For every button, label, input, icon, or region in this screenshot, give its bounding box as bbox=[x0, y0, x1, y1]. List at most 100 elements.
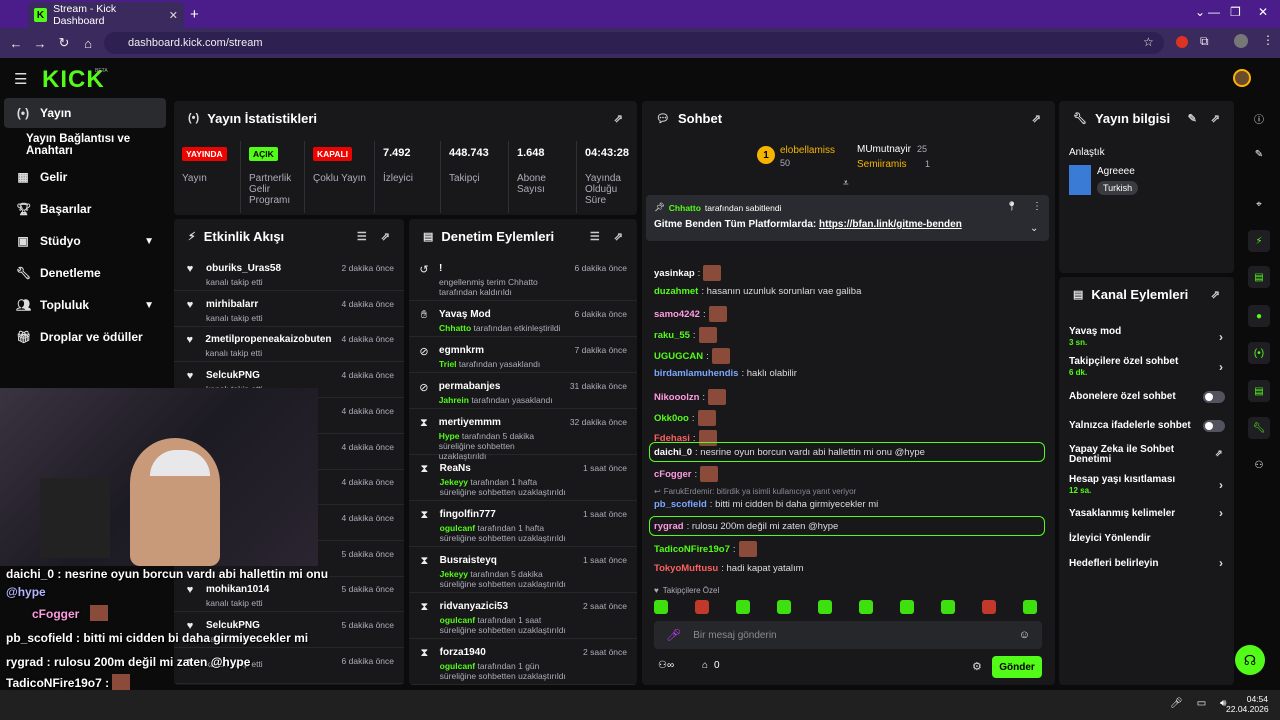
network-icon[interactable]: ▭ bbox=[1197, 698, 1206, 709]
pinned-link[interactable]: https://bfan.link/gitme-benden bbox=[819, 219, 962, 230]
popout-icon[interactable]: ⇗ bbox=[1211, 288, 1220, 301]
slow-mode-item[interactable]: Yavaş mod 3 sn. › bbox=[1069, 326, 1229, 347]
wrench-icon[interactable]: 🔧︎ bbox=[1248, 417, 1270, 439]
browser-menu-icon[interactable]: ⋮ bbox=[1262, 33, 1274, 47]
popout-icon[interactable]: ⇗ bbox=[1211, 112, 1220, 125]
sidebar-item-stream-key[interactable]: Yayın Bağlantısı ve Anahtarı bbox=[4, 130, 176, 160]
emote-chat-toggle[interactable] bbox=[1203, 420, 1225, 432]
followers-chat-item[interactable]: Takipçilere özel sohbet 6 dk. › bbox=[1069, 356, 1229, 377]
focus-icon[interactable]: ⌖ bbox=[1248, 193, 1270, 215]
sidebar-item-studyo[interactable]: ▣ Stüdyo ▼ bbox=[4, 226, 166, 256]
popout-icon[interactable]: ⇗ bbox=[614, 112, 623, 125]
emote-button[interactable] bbox=[859, 600, 873, 614]
expand-leaderboard-icon[interactable]: ⩡ bbox=[843, 178, 849, 189]
sidebar-item-droplar[interactable]: 🎁︎ Droplar ve ödüller bbox=[4, 322, 166, 352]
moderation-target[interactable]: mertiyemmm bbox=[439, 417, 560, 428]
chat-username[interactable]: daichi_0 bbox=[654, 447, 692, 458]
edit-icon[interactable]: ✎ bbox=[1188, 112, 1197, 125]
subs-chat-toggle[interactable] bbox=[1203, 391, 1225, 403]
user-avatar[interactable] bbox=[1233, 69, 1251, 87]
chat-username[interactable]: cFogger bbox=[654, 469, 691, 480]
moderation-target[interactable]: forza1940 bbox=[440, 647, 573, 658]
forward-icon[interactable]: → bbox=[28, 36, 52, 51]
community-icon[interactable]: ⚇ bbox=[1248, 454, 1270, 476]
chat-username[interactable]: TokyoMuftusu bbox=[654, 563, 718, 574]
chat-username[interactable]: Okk0oo bbox=[654, 413, 689, 424]
chat-username[interactable]: samo4242 bbox=[654, 309, 700, 320]
emote-button[interactable] bbox=[777, 600, 791, 614]
moderation-actor[interactable]: Hype bbox=[439, 431, 460, 441]
chat-username[interactable]: birdamlamuhendis bbox=[654, 368, 738, 379]
leader-3-name[interactable]: Semiiramis bbox=[857, 159, 906, 170]
sidebar-item-gelir[interactable]: ▦ Gelir bbox=[4, 162, 166, 192]
chat-username[interactable]: pb_scofield bbox=[654, 499, 707, 510]
maximize-icon[interactable]: ❐ bbox=[1230, 5, 1241, 19]
moderation-target[interactable]: permabanjes bbox=[439, 381, 560, 392]
minimize-icon[interactable]: — bbox=[1208, 5, 1220, 19]
redirect-viewers-item[interactable]: İzleyici Yönlendir bbox=[1069, 533, 1229, 544]
emote-button[interactable] bbox=[982, 600, 996, 614]
moderation-actor[interactable]: ogulcanf bbox=[440, 523, 475, 533]
chat-username[interactable]: duzahmet bbox=[654, 286, 698, 297]
new-tab-icon[interactable]: + bbox=[190, 6, 199, 23]
activity-user[interactable]: oburiks_Uras58 bbox=[206, 263, 281, 274]
leader-2-name[interactable]: MUmutnayir bbox=[857, 144, 911, 155]
moderation-target[interactable]: ridvanyazici53 bbox=[440, 601, 573, 612]
moderation-actor[interactable]: Triel bbox=[439, 359, 456, 369]
url-field[interactable]: dashboard.kick.com/stream bbox=[104, 32, 1164, 54]
sidebar-item-topluluk[interactable]: 👥︎ Topluluk ▼ bbox=[4, 290, 166, 320]
chat-username[interactable]: raku_55 bbox=[654, 330, 690, 341]
points-indicator[interactable]: ⌂ 0 bbox=[702, 660, 720, 671]
chat-input[interactable]: 🎤︎ Bir mesaj gönderin ☺ bbox=[654, 621, 1042, 649]
moderation-target[interactable]: fingolfin777 bbox=[440, 509, 573, 520]
moderation-target[interactable]: egmnkrm bbox=[439, 345, 565, 356]
send-button[interactable]: Gönder bbox=[992, 656, 1042, 678]
more-icon[interactable]: ⋮ bbox=[1032, 201, 1042, 212]
activity-user[interactable]: mirhibalarr bbox=[206, 299, 263, 310]
ai-moderation-item[interactable]: Yapay Zeka ile Sohbet Denetimi ⇗ bbox=[1069, 445, 1223, 465]
chat-icon[interactable]: ● bbox=[1248, 305, 1270, 327]
moderation-actor[interactable]: Chhatto bbox=[439, 323, 471, 333]
popout-icon[interactable]: ⇗ bbox=[1032, 112, 1041, 125]
chat-username[interactable]: rygrad bbox=[654, 521, 684, 532]
moderation-target[interactable]: Busraisteyq bbox=[440, 555, 573, 566]
filter-icon[interactable]: ☰ bbox=[590, 230, 600, 243]
hamburger-menu-icon[interactable]: ☰ bbox=[14, 70, 27, 88]
emote-button[interactable] bbox=[736, 600, 750, 614]
back-icon[interactable]: ← bbox=[4, 36, 28, 51]
chat-username[interactable]: Nikooolzn bbox=[654, 392, 699, 403]
chevron-down-icon[interactable]: ⌄ bbox=[1195, 5, 1205, 19]
moderation-actor[interactable]: ogulcanf bbox=[440, 661, 475, 671]
chat-username[interactable]: TadicoNFire19o7 bbox=[654, 544, 730, 555]
moderation-actor[interactable]: Jekeyy bbox=[440, 569, 468, 579]
document-icon[interactable]: ▤ bbox=[1248, 266, 1270, 288]
emoji-icon[interactable]: ☺ bbox=[1019, 629, 1030, 641]
moderation-target[interactable]: ReaNs bbox=[440, 463, 573, 474]
activity-user[interactable]: 2metilpropeneakaizobuten bbox=[205, 334, 331, 345]
microphone-icon[interactable]: 🎤︎ bbox=[1170, 698, 1183, 709]
bookmark-star-icon[interactable]: ☆ bbox=[1143, 35, 1154, 49]
pinned-by[interactable]: Chhatto bbox=[669, 203, 701, 213]
edit-icon[interactable]: ✎ bbox=[1248, 143, 1270, 165]
broadcast-icon[interactable]: (•) bbox=[1248, 342, 1270, 364]
extension-icon[interactable] bbox=[1176, 36, 1188, 48]
emote-button[interactable] bbox=[818, 600, 832, 614]
activity-user[interactable]: SelcukPNG bbox=[206, 620, 263, 631]
popout-icon[interactable]: ⇗ bbox=[614, 230, 623, 243]
microphone-icon[interactable]: 🎤︎ bbox=[666, 628, 681, 642]
sidebar-item-basarilar[interactable]: 🏆︎ Başarılar bbox=[4, 194, 166, 224]
popout-icon[interactable]: ⇗ bbox=[381, 230, 390, 243]
extensions-puzzle-icon[interactable]: ⧉ bbox=[1200, 34, 1209, 49]
moderation-actor[interactable]: Jahrein bbox=[439, 395, 469, 405]
filter-icon[interactable]: ☰ bbox=[357, 230, 367, 243]
info-icon[interactable]: ⓘ bbox=[1248, 107, 1270, 129]
unpin-icon[interactable]: 📍︎ bbox=[1006, 201, 1017, 212]
sidebar-item-denetleme[interactable]: 🔧︎ Denetleme bbox=[4, 258, 166, 288]
actions-icon[interactable]: ▤ bbox=[1248, 380, 1270, 402]
activity-user[interactable]: SelcukPNG bbox=[206, 370, 263, 381]
reload-icon[interactable]: ↻ bbox=[52, 35, 76, 51]
activity-user[interactable]: mohikan1014 bbox=[206, 584, 269, 595]
home-icon[interactable]: ⌂ bbox=[76, 36, 100, 51]
profile-avatar[interactable] bbox=[1234, 34, 1248, 48]
leader-1-name[interactable]: elobellamiss bbox=[780, 145, 835, 156]
